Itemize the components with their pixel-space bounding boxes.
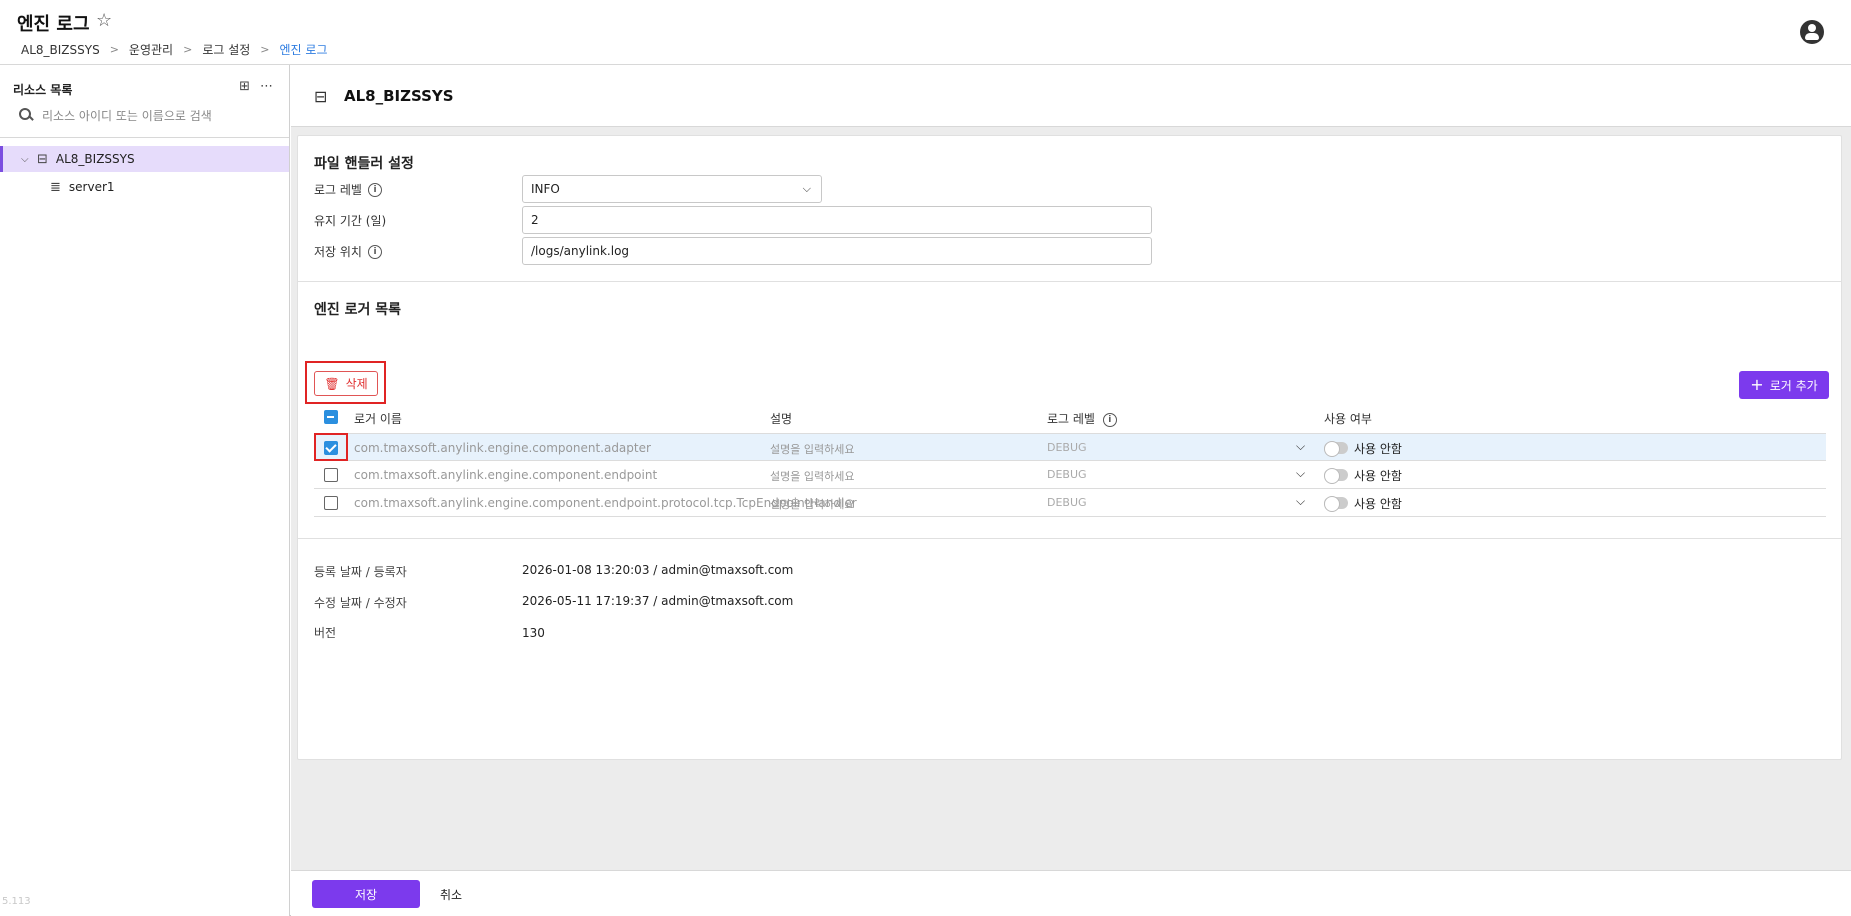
enabled-label: 사용 안함 xyxy=(1354,442,1402,456)
select-all-checkbox[interactable] xyxy=(324,410,338,424)
tree-item-server[interactable]: ≣ server1 xyxy=(0,174,289,200)
chevron-right-icon: > xyxy=(183,43,193,56)
main-content: ⊟ AL8_BIZSSYS 파일 핸들러 설정 로그 레벨 i INFO ⌵ 유… xyxy=(291,65,1851,870)
column-header-level-text: 로그 레벨 xyxy=(1047,412,1095,426)
save-button[interactable]: 저장 xyxy=(312,880,420,908)
retention-label: 유지 기간 (일) xyxy=(314,212,386,229)
page-title: 엔진 로그 xyxy=(17,14,90,35)
table-row[interactable]: com.tmaxsoft.anylink.engine.component.en… xyxy=(314,461,1826,489)
modified-value: 2026-05-11 17:19:37 / admin@tmaxsoft.com xyxy=(522,594,794,608)
location-label: 저장 위치 i xyxy=(314,243,382,260)
location-label-text: 저장 위치 xyxy=(314,245,362,259)
retention-input[interactable] xyxy=(522,206,1152,234)
logger-description[interactable]: 설명을 입력하세요 xyxy=(770,496,854,512)
version-label: 버전 xyxy=(314,626,337,640)
enabled-label: 사용 안함 xyxy=(1354,469,1402,483)
user-avatar-icon[interactable] xyxy=(1800,20,1824,44)
resource-search xyxy=(10,103,280,129)
logger-level[interactable]: DEBUG xyxy=(1047,468,1087,481)
breadcrumb-item[interactable]: 로그 설정 xyxy=(202,41,250,58)
row-checkbox[interactable] xyxy=(324,441,338,455)
chevron-down-icon[interactable]: ⌵ xyxy=(1296,466,1305,481)
tree-item-label: server1 xyxy=(68,180,115,194)
table-row[interactable]: com.tmaxsoft.anylink.engine.component.en… xyxy=(314,489,1826,517)
info-icon[interactable]: i xyxy=(367,244,382,259)
log-level-select[interactable]: INFO ⌵ xyxy=(522,175,822,203)
info-icon[interactable]: i xyxy=(367,182,382,197)
tree-item-label: AL8_BIZSSYS xyxy=(55,152,135,166)
logger-level[interactable]: DEBUG xyxy=(1047,441,1087,454)
version-value: 130 xyxy=(522,626,545,640)
enabled-toggle[interactable] xyxy=(1324,496,1348,512)
breadcrumb-current[interactable]: 엔진 로그 xyxy=(280,41,328,58)
sidebar-toolbar: ⊞ ⋯ xyxy=(239,79,273,94)
column-header-enabled: 사용 여부 xyxy=(1324,412,1372,426)
tree-item-root[interactable]: ⌵ ⊟ AL8_BIZSSYS xyxy=(0,146,289,172)
cancel-button[interactable]: 취소 xyxy=(431,880,471,908)
add-logger-label: 로거 추가 xyxy=(1769,378,1818,393)
app-version: 5.113 xyxy=(2,896,31,907)
action-footer: 저장 취소 xyxy=(291,870,1851,916)
row-checkbox[interactable] xyxy=(324,468,338,482)
section-divider xyxy=(298,538,1841,539)
briefcase-icon: ⊟ xyxy=(37,151,48,167)
delete-button[interactable]: 🗑 삭제 xyxy=(314,371,378,396)
chevron-down-icon[interactable]: ⌵ xyxy=(21,154,33,165)
add-logger-button[interactable]: + 로거 추가 xyxy=(1739,371,1829,399)
logger-name: com.tmaxsoft.anylink.engine.component.ad… xyxy=(354,441,651,455)
column-header-level: 로그 레벨 i xyxy=(1047,410,1117,427)
resource-search-input[interactable] xyxy=(42,109,272,123)
enabled-label: 사용 안함 xyxy=(1354,497,1402,511)
page-header: 엔진 로그 ☆ AL8_BIZSSYS > 운영관리 > 로그 설정 > 엔진 … xyxy=(0,0,1851,65)
section-divider xyxy=(298,281,1841,282)
logger-level[interactable]: DEBUG xyxy=(1047,496,1087,509)
resource-sidebar: 리소스 목록 ⊞ ⋯ ⌵ ⊟ AL8_BIZSSYS ≣ server1 xyxy=(0,65,290,916)
table-row[interactable]: com.tmaxsoft.anylink.engine.component.ad… xyxy=(314,433,1826,461)
log-level-label-text: 로그 레벨 xyxy=(314,183,362,197)
expand-tree-icon[interactable]: ⊞ xyxy=(239,79,250,94)
resource-header: ⊟ AL8_BIZSSYS xyxy=(291,65,1851,127)
column-header-name: 로거 이름 xyxy=(354,412,402,426)
retention-label-text: 유지 기간 (일) xyxy=(314,214,387,228)
logger-name: com.tmaxsoft.anylink.engine.component.en… xyxy=(354,468,658,482)
trash-icon: 🗑 xyxy=(324,376,340,391)
chevron-down-icon: ⌵ xyxy=(802,182,811,195)
sidebar-divider xyxy=(0,137,289,138)
plus-icon: + xyxy=(1750,375,1764,394)
resource-title: AL8_BIZSSYS xyxy=(344,87,454,105)
log-level-label: 로그 레벨 i xyxy=(314,181,382,198)
search-icon xyxy=(18,107,36,125)
settings-card: 파일 핸들러 설정 로그 레벨 i INFO ⌵ 유지 기간 (일) 저장 위치… xyxy=(297,135,1842,760)
info-icon[interactable]: i xyxy=(1102,412,1117,427)
delete-label: 삭제 xyxy=(345,377,368,391)
breadcrumb-item[interactable]: AL8_BIZSSYS xyxy=(21,43,100,57)
chevron-right-icon: > xyxy=(109,43,119,56)
logger-description[interactable]: 설명을 입력하세요 xyxy=(770,441,854,457)
chevron-down-icon[interactable]: ⌵ xyxy=(1296,494,1305,509)
column-header-description: 설명 xyxy=(770,412,793,426)
registered-label: 등록 날짜 / 등록자 xyxy=(314,565,407,579)
enabled-toggle[interactable] xyxy=(1324,468,1348,484)
breadcrumb: AL8_BIZSSYS > 운영관리 > 로그 설정 > 엔진 로그 xyxy=(21,41,328,58)
row-checkbox[interactable] xyxy=(324,496,338,510)
log-level-value: INFO xyxy=(531,182,560,196)
logger-description[interactable]: 설명을 입력하세요 xyxy=(770,468,854,484)
modified-label: 수정 날짜 / 수정자 xyxy=(314,596,407,610)
chevron-down-icon[interactable]: ⌵ xyxy=(1296,439,1305,454)
sidebar-title: 리소스 목록 xyxy=(13,83,73,97)
location-input[interactable] xyxy=(522,237,1152,265)
collapse-tree-icon[interactable]: ⋯ xyxy=(260,79,273,94)
enabled-toggle[interactable] xyxy=(1324,441,1348,457)
breadcrumb-item[interactable]: 운영관리 xyxy=(129,41,173,58)
registered-value: 2026-01-08 13:20:03 / admin@tmaxsoft.com xyxy=(522,563,794,577)
file-handler-section-title: 파일 핸들러 설정 xyxy=(314,156,414,172)
briefcase-icon: ⊟ xyxy=(314,87,328,106)
chevron-right-icon: > xyxy=(260,43,270,56)
database-icon: ≣ xyxy=(50,179,61,195)
table-header-row: 로거 이름 설명 로그 레벨 i 사용 여부 xyxy=(314,406,1826,430)
logger-section-title: 엔진 로거 목록 xyxy=(314,302,402,318)
favorite-star-icon[interactable]: ☆ xyxy=(96,10,112,31)
